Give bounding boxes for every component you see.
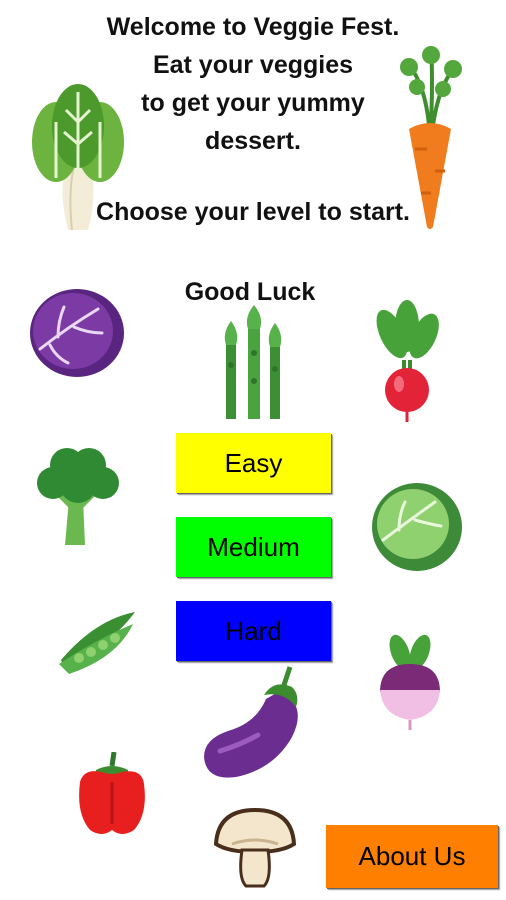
peas-icon (59, 612, 135, 674)
bell-pepper-icon (79, 752, 145, 834)
broccoli-icon (37, 448, 119, 545)
good-luck-text: Good Luck (184, 278, 316, 306)
about-us-button[interactable]: About Us (326, 825, 498, 888)
asparagus-icon (224, 305, 282, 419)
hard-level-button[interactable]: Hard (176, 601, 331, 661)
mushroom-icon (213, 808, 297, 888)
green-cabbage-icon (372, 483, 462, 571)
turnip-icon (380, 634, 440, 730)
welcome-line-1: Welcome to Veggie Fest. (106, 13, 400, 41)
easy-level-button[interactable]: Easy (176, 433, 331, 493)
red-cabbage-icon (30, 289, 124, 377)
radish-icon (376, 300, 439, 422)
eggplant-icon (204, 666, 298, 778)
carrot-icon (400, 46, 462, 229)
medium-level-button[interactable]: Medium (176, 517, 331, 577)
bok-choy-icon (32, 84, 124, 230)
